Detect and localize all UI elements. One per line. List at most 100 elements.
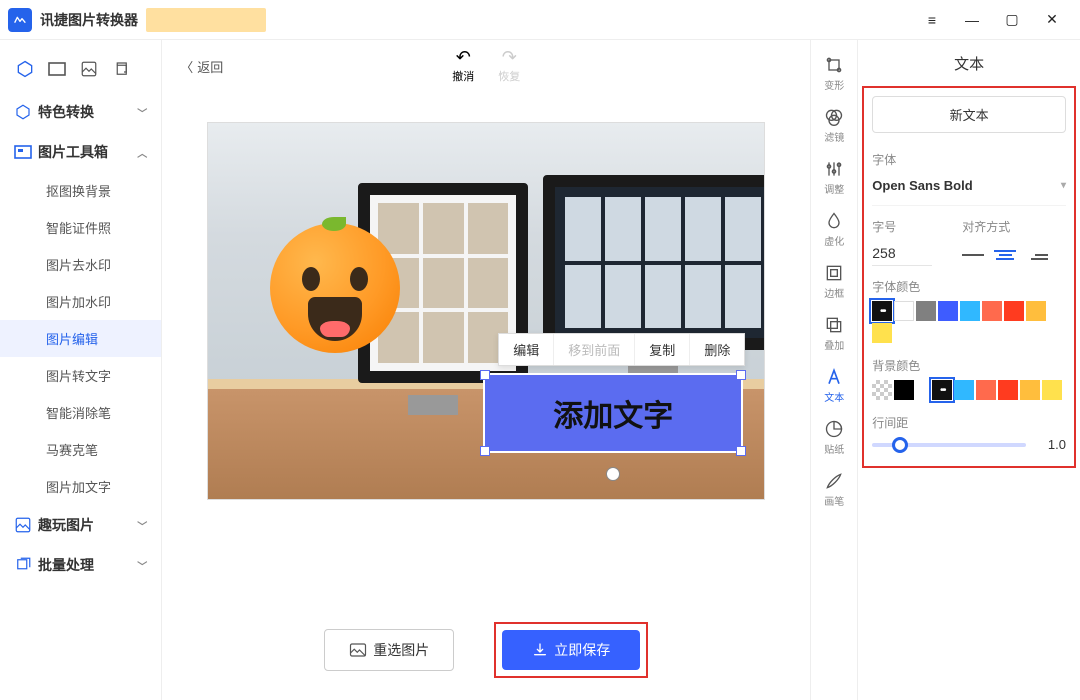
font-select[interactable]: Open Sans Bold ▾: [872, 174, 1066, 206]
sidebar-item[interactable]: 抠图换背景: [0, 172, 161, 209]
transform-icon: [824, 55, 844, 75]
rail-border[interactable]: 边框: [811, 258, 857, 304]
redo-label: 恢复: [498, 68, 520, 84]
color-swatch[interactable]: [872, 323, 892, 343]
color-swatch[interactable]: [1026, 301, 1046, 321]
color-swatch[interactable]: [960, 301, 980, 321]
sidebar-item[interactable]: 图片加文字: [0, 468, 161, 505]
slider-thumb[interactable]: [892, 437, 908, 453]
canvas-image[interactable]: 编辑 移到前面 复制 删除 添加文字: [207, 122, 765, 500]
minimize-button[interactable]: —: [952, 5, 992, 35]
font-size-input[interactable]: [872, 241, 932, 266]
undo-button[interactable]: ↶ 撤消: [452, 48, 474, 84]
align-center-button[interactable]: [994, 245, 1016, 265]
redo-icon: ↷: [502, 48, 517, 66]
sidebar-item[interactable]: 图片去水印: [0, 246, 161, 283]
resize-handle[interactable]: [480, 370, 490, 380]
sidebar-item-image-edit[interactable]: 图片编辑: [0, 320, 161, 357]
maximize-button[interactable]: ▢: [992, 5, 1032, 35]
color-swatch[interactable]: [1004, 301, 1024, 321]
rail-brush[interactable]: 画笔: [811, 466, 857, 512]
color-swatch[interactable]: [982, 301, 1002, 321]
reselect-image-button[interactable]: 重选图片: [324, 629, 454, 671]
sidebar-item[interactable]: 马赛克笔: [0, 431, 161, 468]
copy-icon[interactable]: [110, 58, 132, 80]
resize-handle[interactable]: [736, 370, 746, 380]
rotate-handle[interactable]: [606, 467, 620, 481]
sidebar-cat-special[interactable]: 特色转换 ﹀: [0, 92, 161, 132]
color-swatch[interactable]: [916, 301, 936, 321]
bg-color-swatches: •••: [872, 380, 1066, 400]
font-color-label: 字体颜色: [872, 278, 1066, 295]
color-swatch[interactable]: •••: [932, 380, 952, 400]
rail-label: 画笔: [824, 493, 844, 508]
sidebar: 特色转换 ﹀ 图片工具箱 ︿ 抠图换背景 智能证件照 图片去水印 图片加水印 图…: [0, 40, 162, 700]
sidebar-item[interactable]: 图片转文字: [0, 357, 161, 394]
text-overlay[interactable]: 添加文字: [483, 373, 743, 453]
save-button[interactable]: 立即保存: [502, 630, 640, 670]
back-label: 返回: [197, 57, 223, 76]
hex-icon[interactable]: [14, 58, 36, 80]
overlay-icon: [824, 315, 844, 335]
chevron-up-icon: ︿: [137, 145, 147, 160]
color-swatch[interactable]: [1042, 380, 1062, 400]
color-swatch[interactable]: [998, 380, 1018, 400]
panel-title: 文本: [862, 40, 1076, 86]
context-toolbar: 编辑 移到前面 复制 删除: [498, 333, 745, 366]
color-swatch[interactable]: [894, 380, 914, 400]
sidebar-cat-toolbox[interactable]: 图片工具箱 ︿: [0, 132, 161, 172]
sticker-emoji[interactable]: [270, 223, 400, 353]
tool-rail: 变形 滤镜 调整 虚化 边框 叠加 文本 贴纸 画笔: [810, 40, 858, 700]
rail-text[interactable]: 文本: [811, 362, 857, 408]
ctx-copy-button[interactable]: 复制: [635, 334, 690, 365]
color-swatch[interactable]: [872, 380, 892, 400]
font-label: 字体: [872, 151, 1066, 168]
rail-label: 贴纸: [824, 441, 844, 456]
align-right-button[interactable]: [1026, 245, 1048, 265]
rail-sticker[interactable]: 贴纸: [811, 414, 857, 460]
rail-blur[interactable]: 虚化: [811, 206, 857, 252]
sidebar-item[interactable]: 图片加水印: [0, 283, 161, 320]
align-left-button[interactable]: [962, 245, 984, 265]
hamburger-menu-icon[interactable]: ≡: [912, 5, 952, 35]
rail-filter[interactable]: 滤镜: [811, 102, 857, 148]
close-button[interactable]: ✕: [1032, 5, 1072, 35]
resize-handle[interactable]: [736, 446, 746, 456]
line-height-value: 1.0: [1036, 437, 1066, 452]
color-swatch[interactable]: [976, 380, 996, 400]
back-button[interactable]: 〈 返回: [180, 57, 223, 76]
square-icon[interactable]: [46, 58, 68, 80]
color-swatch[interactable]: [938, 301, 958, 321]
rail-adjust[interactable]: 调整: [811, 154, 857, 200]
new-text-button[interactable]: 新文本: [872, 96, 1066, 133]
text-overlay-content[interactable]: 添加文字: [485, 375, 741, 451]
color-swatch[interactable]: [894, 301, 914, 321]
resize-handle[interactable]: [480, 446, 490, 456]
image-icon[interactable]: [78, 58, 100, 80]
sidebar-item[interactable]: 智能证件照: [0, 209, 161, 246]
rail-label: 文本: [824, 389, 844, 404]
color-swatch[interactable]: •••: [872, 301, 892, 321]
sidebar-cat-fun[interactable]: 趣玩图片 ﹀: [0, 505, 161, 545]
color-swatch[interactable]: [1020, 380, 1040, 400]
sidebar-cat-batch[interactable]: 批量处理 ﹀: [0, 545, 161, 585]
ctx-edit-button[interactable]: 编辑: [499, 334, 554, 365]
line-height-label: 行间距: [872, 414, 1066, 431]
line-height-slider[interactable]: [872, 443, 1026, 447]
rail-overlay[interactable]: 叠加: [811, 310, 857, 356]
chevron-down-icon: ﹀: [137, 518, 147, 533]
sidebar-item[interactable]: 智能消除笔: [0, 394, 161, 431]
canvas-area: 〈 返回 ↶ 撤消 ↷ 恢复: [162, 40, 810, 700]
rail-transform[interactable]: 变形: [811, 50, 857, 96]
text-properties-panel: 文本 新文本 字体 Open Sans Bold ▾ 字号 对齐方式: [858, 40, 1080, 700]
title-highlight: [146, 8, 266, 32]
color-swatch[interactable]: [954, 380, 974, 400]
ctx-front-button[interactable]: 移到前面: [554, 334, 635, 365]
rail-label: 边框: [824, 285, 844, 300]
border-icon: [824, 263, 844, 283]
text-icon: [824, 367, 844, 387]
ctx-delete-button[interactable]: 删除: [690, 334, 744, 365]
sidebar-cat-label: 趣玩图片: [38, 515, 94, 535]
rail-label: 叠加: [824, 337, 844, 352]
rail-label: 滤镜: [824, 129, 844, 144]
